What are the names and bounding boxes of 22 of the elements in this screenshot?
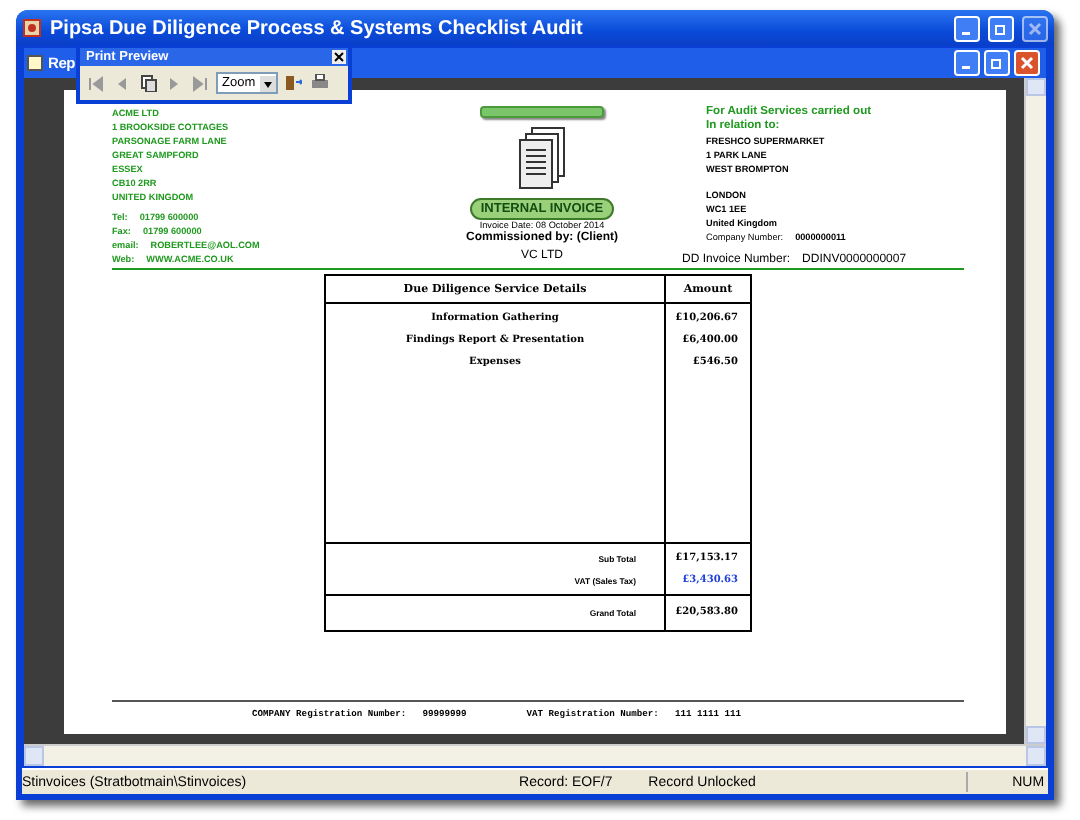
restore-button[interactable] (988, 15, 1014, 41)
last-page-button[interactable] (190, 73, 210, 93)
report-icon (26, 54, 44, 72)
documents-icon (516, 126, 568, 194)
print-icon[interactable] (309, 73, 330, 93)
close-button[interactable] (1022, 15, 1048, 41)
close-icon (1020, 56, 1034, 70)
caret-icon (259, 75, 276, 91)
minimize-button[interactable] (954, 15, 980, 41)
first-page-button[interactable] (86, 73, 106, 93)
restore-icon (994, 21, 1008, 35)
pages-button[interactable] (138, 73, 158, 93)
header-bar (480, 106, 604, 118)
app-icon (22, 18, 42, 38)
restore-button[interactable] (984, 50, 1010, 76)
window-title: Pipsa Due Diligence Process & Systems Checklist Audit (50, 17, 585, 39)
close-icon[interactable] (332, 50, 346, 64)
close-icon (1028, 21, 1042, 35)
restore-icon (990, 56, 1004, 70)
door-icon[interactable] (283, 73, 304, 93)
minimize-button[interactable] (954, 50, 980, 76)
close-button[interactable] (1014, 50, 1040, 76)
